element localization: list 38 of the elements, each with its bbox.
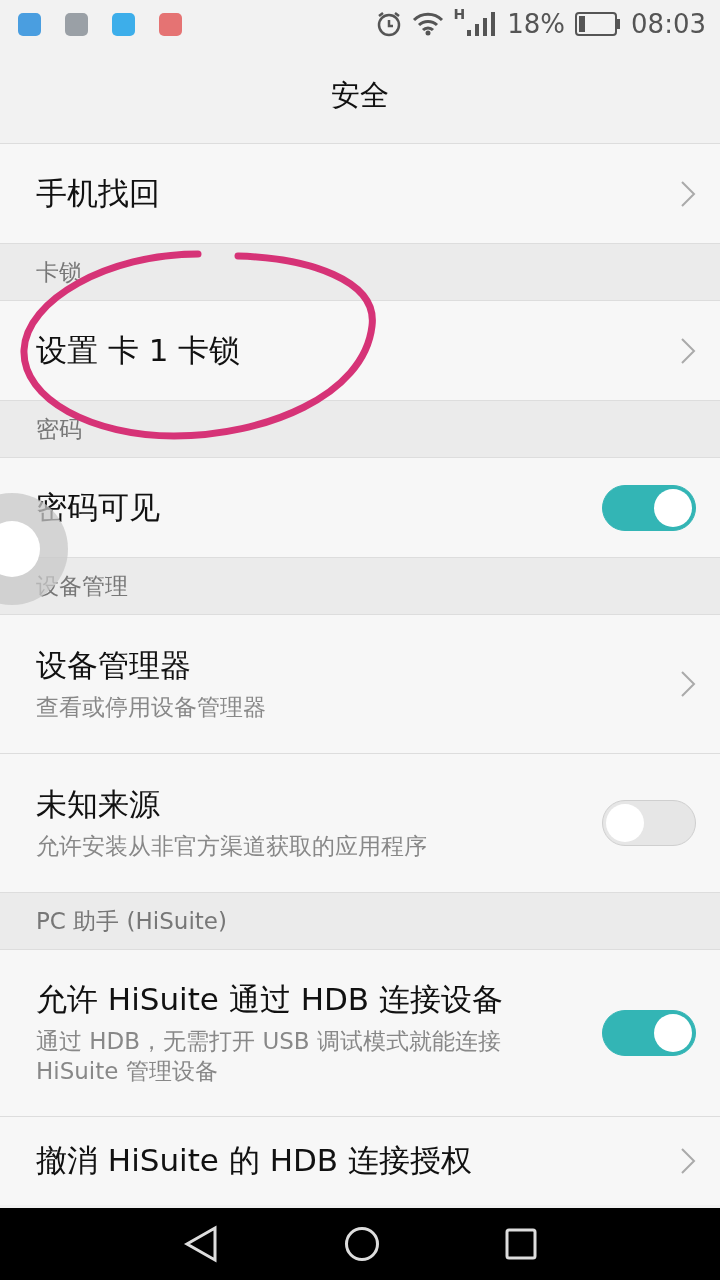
settings-row[interactable]: 设置 卡 1 卡锁 (0, 301, 720, 400)
row-title: 密码可见 (36, 487, 161, 527)
home-icon[interactable] (344, 1226, 380, 1262)
chevron-icon (680, 179, 696, 208)
battery-percent: 18% (507, 9, 566, 39)
row-title: 设备管理器 (36, 646, 192, 686)
row-title: 未知来源 (36, 785, 161, 825)
chevron-icon (680, 336, 696, 365)
row-title: 允许 HiSuite 通过 HDB 连接设备 (36, 980, 504, 1020)
row-subtitle: 通过 HDB，无需打开 USB 调试模式就能连接 HiSuite 管理设备 (36, 1027, 502, 1086)
row-title: 撤消 HiSuite 的 HDB 连接授权 (36, 1141, 473, 1180)
settings-row[interactable]: 未知来源 允许安装从非官方渠道获取的应用程序 (0, 754, 720, 892)
settings-row[interactable]: 设备管理器 查看或停用设备管理器 (0, 615, 720, 753)
clock: 08:03 (631, 9, 706, 39)
row-subtitle: 允许安装从非官方渠道获取的应用程序 (36, 832, 428, 862)
wifi-icon (411, 12, 444, 36)
row-title: 手机找回 (36, 173, 161, 213)
settings-row[interactable]: 撤消 HiSuite 的 HDB 连接授权 (0, 1117, 720, 1205)
toggle-switch[interactable] (602, 484, 696, 531)
section-header: 卡锁 (0, 243, 720, 301)
section-header: 密码 (0, 400, 720, 458)
signal-icon (467, 12, 498, 36)
chevron-icon (680, 1147, 696, 1175)
row-title: 设置 卡 1 卡锁 (36, 330, 242, 370)
settings-row[interactable]: 密码可见 (0, 458, 720, 557)
recents-icon[interactable] (505, 1228, 538, 1260)
settings-row[interactable]: 允许 HiSuite 通过 HDB 连接设备 通过 HDB，无需打开 USB 调试模式就能连接 HiSuite 管理设备 (0, 950, 720, 1116)
battery-icon (575, 12, 622, 36)
section-header: 设备管理 (0, 557, 720, 615)
settings-row[interactable]: 手机找回 (0, 144, 720, 243)
alarm-icon (375, 11, 402, 37)
row-subtitle: 查看或停用设备管理器 (36, 693, 267, 723)
chevron-icon (680, 670, 696, 698)
back-icon[interactable] (182, 1225, 219, 1263)
section-header: PC 助手 (HiSuite) (0, 892, 720, 950)
toggle-switch[interactable] (602, 1010, 696, 1056)
toggle-switch[interactable] (602, 800, 696, 846)
network-type: H (453, 6, 466, 22)
